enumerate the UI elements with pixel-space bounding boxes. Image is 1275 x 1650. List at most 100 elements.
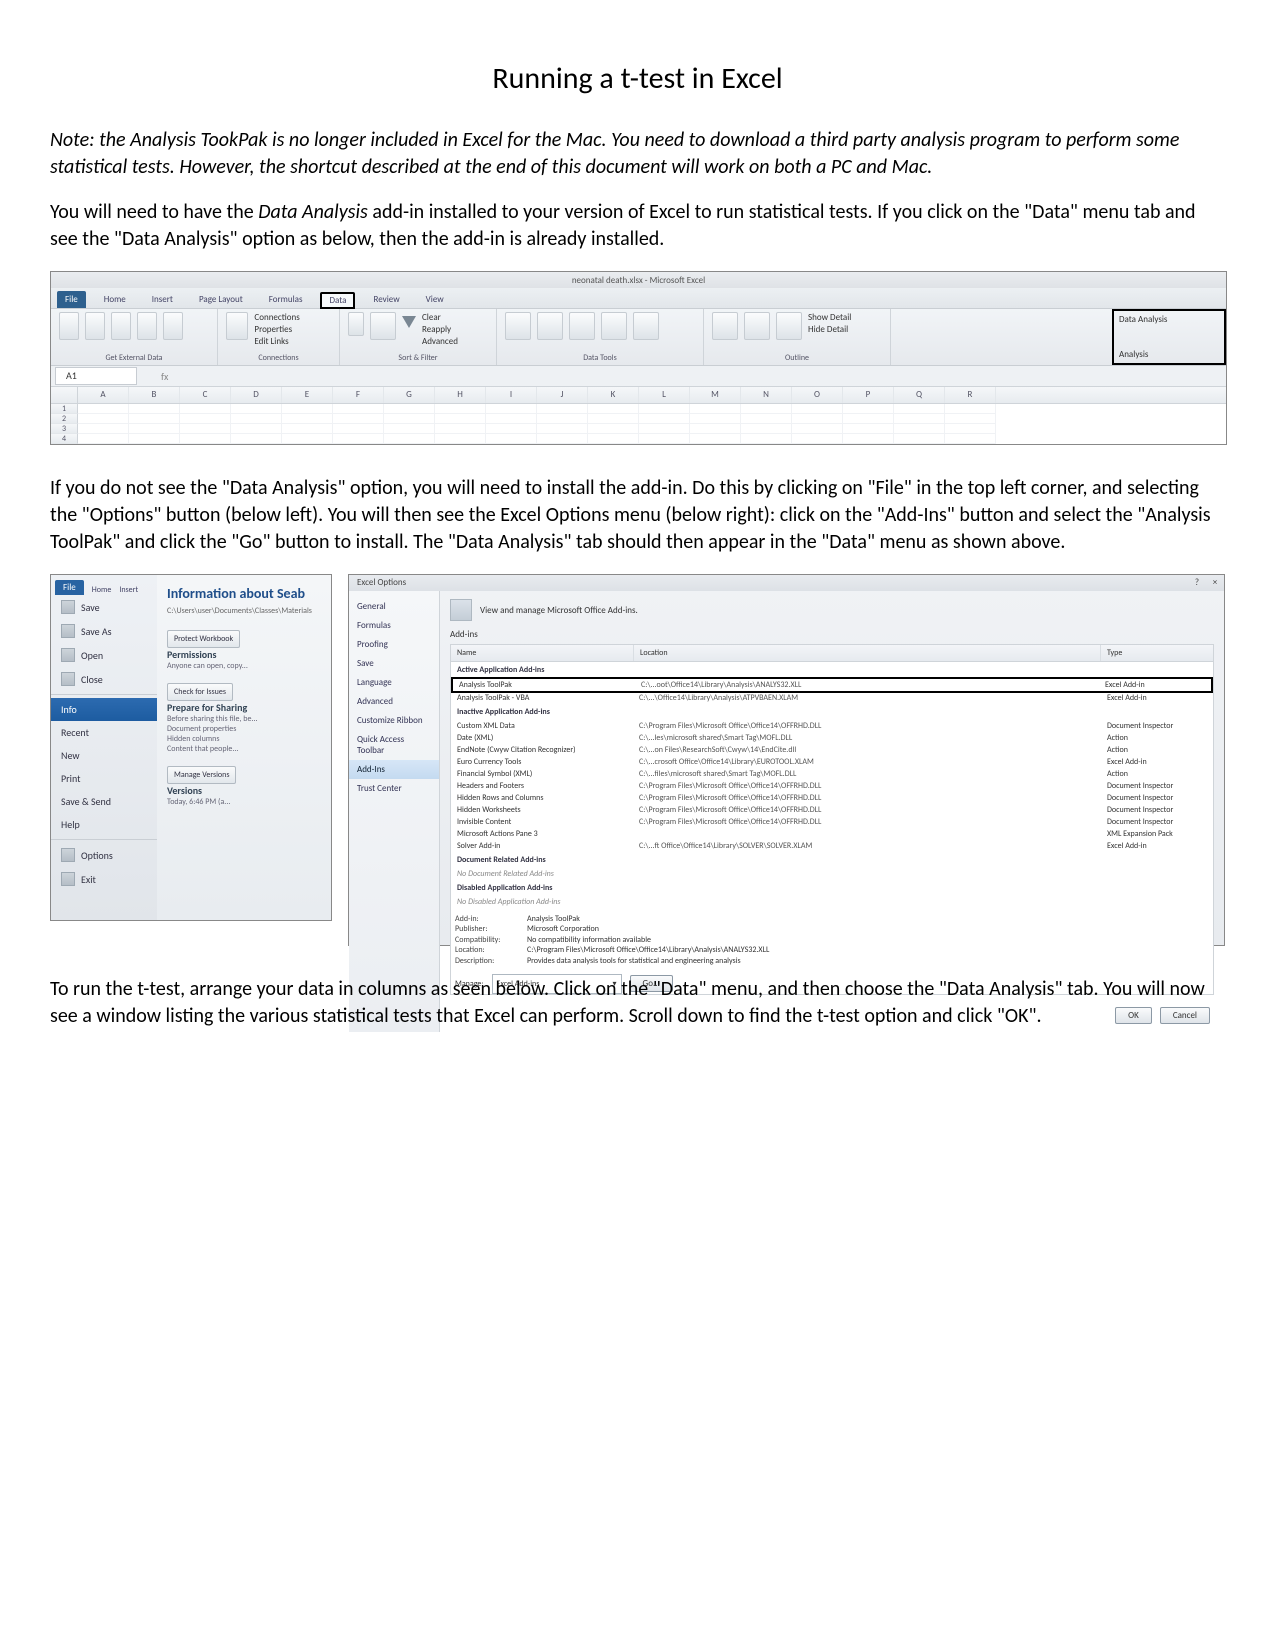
close-icon[interactable]: × xyxy=(1206,575,1224,591)
remove-duplicates-icon[interactable] xyxy=(537,312,563,340)
col-header[interactable]: N xyxy=(741,387,792,403)
addin-row[interactable]: Headers and FootersC:\Program Files\Micr… xyxy=(451,780,1213,792)
col-header[interactable]: I xyxy=(486,387,537,403)
addin-row[interactable]: Invisible ContentC:\Program Files\Micros… xyxy=(451,816,1213,828)
help-icon[interactable]: ? xyxy=(1188,575,1206,591)
data-analysis-button[interactable]: Data Analysis xyxy=(1119,314,1219,325)
col-header[interactable]: L xyxy=(639,387,690,403)
subtotal-icon[interactable] xyxy=(776,312,802,340)
addin-row[interactable]: Hidden Rows and ColumnsC:\Program Files\… xyxy=(451,792,1213,804)
from-web-icon[interactable] xyxy=(85,312,105,340)
clear-button[interactable]: Clear xyxy=(422,312,482,322)
addin-row[interactable]: Custom XML DataC:\Program Files\Microsof… xyxy=(451,720,1213,732)
cat-language[interactable]: Language xyxy=(349,673,439,692)
col-header[interactable]: O xyxy=(792,387,843,403)
cat-trust-center[interactable]: Trust Center xyxy=(349,779,439,798)
group-icon[interactable] xyxy=(712,312,738,340)
tab-page-layout[interactable]: Page Layout xyxy=(191,291,251,308)
col-header[interactable]: D xyxy=(231,387,282,403)
addin-row[interactable]: Microsoft Actions Pane 3XML Expansion Pa… xyxy=(451,828,1213,840)
file-recent[interactable]: Recent xyxy=(51,721,157,744)
col-header[interactable]: B xyxy=(129,387,180,403)
col-header[interactable]: C xyxy=(180,387,231,403)
cat-formulas[interactable]: Formulas xyxy=(349,616,439,635)
sort-asc-icon[interactable] xyxy=(348,312,364,336)
cat-proofing[interactable]: Proofing xyxy=(349,635,439,654)
tab-formulas[interactable]: Formulas xyxy=(261,291,311,308)
addin-row[interactable]: Financial Symbol (XML)C:\...files\micros… xyxy=(451,768,1213,780)
tab-view[interactable]: View xyxy=(418,291,452,308)
tab-file[interactable]: File xyxy=(55,580,84,595)
row-header[interactable]: 3 xyxy=(51,424,78,434)
existing-connections-icon[interactable] xyxy=(163,312,183,340)
advanced-button[interactable]: Advanced xyxy=(422,336,482,346)
addin-row[interactable]: Hidden WorksheetsC:\Program Files\Micros… xyxy=(451,804,1213,816)
tab-home[interactable]: Home xyxy=(96,291,134,308)
col-header[interactable]: Q xyxy=(894,387,945,403)
tab-file[interactable]: File xyxy=(57,291,86,308)
cancel-button[interactable]: Cancel xyxy=(1160,1007,1210,1024)
ungroup-icon[interactable] xyxy=(744,312,770,340)
show-detail-button[interactable]: Show Detail xyxy=(808,312,878,322)
row-header[interactable]: 4 xyxy=(51,434,78,444)
protect-workbook-button[interactable]: Protect Workbook xyxy=(167,630,240,648)
file-print[interactable]: Print xyxy=(51,767,157,790)
file-save-as[interactable]: Save As xyxy=(51,619,157,643)
tab-insert[interactable]: Insert xyxy=(144,291,181,308)
tab-review[interactable]: Review xyxy=(365,291,407,308)
col-header[interactable]: J xyxy=(537,387,588,403)
from-text-icon[interactable] xyxy=(111,312,131,340)
col-header[interactable]: G xyxy=(384,387,435,403)
edit-links-button[interactable]: Edit Links xyxy=(254,336,331,346)
row-header[interactable]: 1 xyxy=(51,404,78,414)
from-other-sources-icon[interactable] xyxy=(137,312,157,340)
properties-button[interactable]: Properties xyxy=(254,324,331,334)
what-if-icon[interactable] xyxy=(633,312,659,340)
refresh-all-icon[interactable] xyxy=(226,312,248,340)
file-save-send[interactable]: Save & Send xyxy=(51,790,157,813)
manage-versions-button[interactable]: Manage Versions xyxy=(167,766,236,784)
th-type[interactable]: Type xyxy=(1101,645,1213,661)
from-access-icon[interactable] xyxy=(59,312,79,340)
tab-home[interactable]: Home xyxy=(92,585,112,595)
check-issues-button[interactable]: Check for Issues xyxy=(167,683,233,701)
tab-insert[interactable]: Insert xyxy=(119,585,138,595)
col-header[interactable]: H xyxy=(435,387,486,403)
ok-button[interactable]: OK xyxy=(1115,1007,1152,1024)
addin-row-analysis-toolpak[interactable]: Analysis ToolPakC:\...oot\Office14\Libra… xyxy=(451,677,1213,693)
data-validation-icon[interactable] xyxy=(569,312,595,340)
cat-advanced[interactable]: Advanced xyxy=(349,692,439,711)
col-header[interactable]: P xyxy=(843,387,894,403)
filter-icon[interactable] xyxy=(402,316,416,328)
cat-addins[interactable]: Add-Ins xyxy=(349,760,439,779)
cat-save[interactable]: Save xyxy=(349,654,439,673)
col-header[interactable]: R xyxy=(945,387,996,403)
col-header[interactable]: K xyxy=(588,387,639,403)
hide-detail-button[interactable]: Hide Detail xyxy=(808,324,878,334)
reapply-button[interactable]: Reapply xyxy=(422,324,482,334)
connections-button[interactable]: Connections xyxy=(254,312,331,322)
col-header[interactable]: F xyxy=(333,387,384,403)
file-exit[interactable]: Exit xyxy=(51,867,157,891)
cat-customize-ribbon[interactable]: Customize Ribbon xyxy=(349,711,439,730)
col-header[interactable]: A xyxy=(78,387,129,403)
addin-row[interactable]: EndNote (Cwyw Citation Recognizer)C:\...… xyxy=(451,744,1213,756)
file-close[interactable]: Close xyxy=(51,667,157,691)
addin-row[interactable]: Euro Currency ToolsC:\...crosoft Office\… xyxy=(451,756,1213,768)
file-info[interactable]: Info xyxy=(51,698,157,721)
addin-row[interactable]: Date (XML)C:\...les\microsoft shared\Sma… xyxy=(451,732,1213,744)
file-open[interactable]: Open xyxy=(51,643,157,667)
file-options[interactable]: Options xyxy=(51,843,157,867)
col-header[interactable]: M xyxy=(690,387,741,403)
th-name[interactable]: Name xyxy=(451,645,634,661)
row-header[interactable]: 2 xyxy=(51,414,78,424)
consolidate-icon[interactable] xyxy=(601,312,627,340)
sort-icon[interactable] xyxy=(370,312,396,340)
th-location[interactable]: Location xyxy=(634,645,1101,661)
cat-qat[interactable]: Quick Access Toolbar xyxy=(349,730,439,760)
addin-row[interactable]: Analysis ToolPak - VBAC:\...\Office14\Li… xyxy=(451,692,1213,704)
file-new[interactable]: New xyxy=(51,744,157,767)
text-to-columns-icon[interactable] xyxy=(505,312,531,340)
file-save[interactable]: Save xyxy=(51,595,157,619)
name-box[interactable]: A1 xyxy=(55,367,137,385)
